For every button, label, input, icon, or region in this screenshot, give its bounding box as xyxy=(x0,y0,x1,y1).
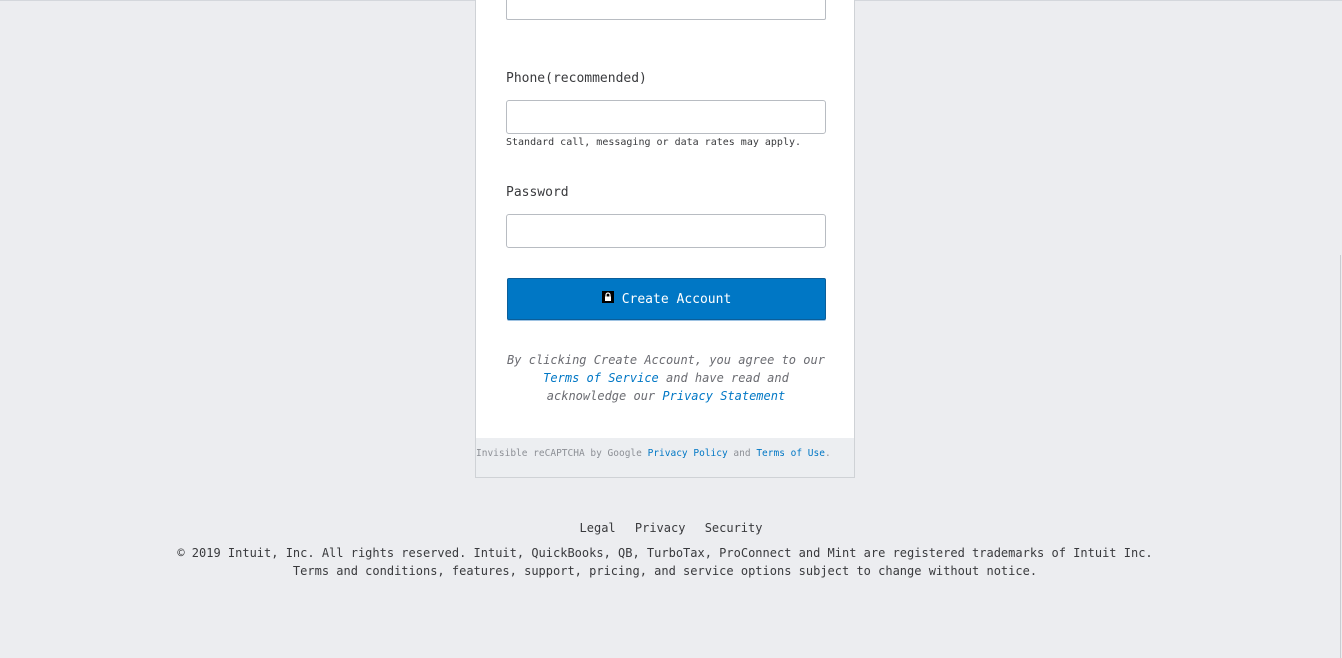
password-input[interactable] xyxy=(506,214,826,248)
footer-link-legal[interactable]: Legal xyxy=(580,521,616,535)
footer-link-security[interactable]: Security xyxy=(705,521,763,535)
footer-link-privacy[interactable]: Privacy xyxy=(635,521,686,535)
recaptcha-prefix: Invisible reCAPTCHA by Google xyxy=(476,448,642,459)
privacy-statement-link[interactable]: Privacy Statement xyxy=(662,389,785,403)
agreement-text: By clicking Create Account, you agree to… xyxy=(506,351,826,405)
copyright-line-2: Terms and conditions, features, support,… xyxy=(292,564,1038,578)
recaptcha-terms-of-use-link[interactable]: Terms of Use xyxy=(756,448,825,459)
terms-of-service-link[interactable]: Terms of Service xyxy=(543,371,659,385)
phone-label: Phone(recommended) xyxy=(506,71,647,86)
copyright-notice: © 2019 Intuit, Inc. All rights reserved.… xyxy=(0,544,1330,580)
signup-card: Phone(recommended) Standard call, messag… xyxy=(475,0,855,478)
recaptcha-suffix: . xyxy=(824,448,831,459)
create-account-label: Create Account xyxy=(621,291,732,307)
recaptcha-and: and xyxy=(733,448,751,459)
previous-field-input[interactable] xyxy=(506,0,826,20)
recaptcha-privacy-policy-link[interactable]: Privacy Policy xyxy=(648,448,728,459)
password-label: Password xyxy=(506,185,569,200)
copyright-line-1: © 2019 Intuit, Inc. All rights reserved.… xyxy=(177,546,1153,560)
phone-helper-text: Standard call, messaging or data rates m… xyxy=(506,137,802,148)
phone-input[interactable] xyxy=(506,100,826,134)
recaptcha-notice: Invisible reCAPTCHA by Google Privacy Po… xyxy=(476,438,854,477)
agreement-prefix: By clicking Create Account, you agree to… xyxy=(507,353,825,367)
create-account-button[interactable]: Create Account xyxy=(507,278,826,320)
lock-icon xyxy=(601,291,614,303)
footer-links: Legal Privacy Security xyxy=(0,521,1342,535)
scrollbar-edge xyxy=(1340,255,1341,658)
